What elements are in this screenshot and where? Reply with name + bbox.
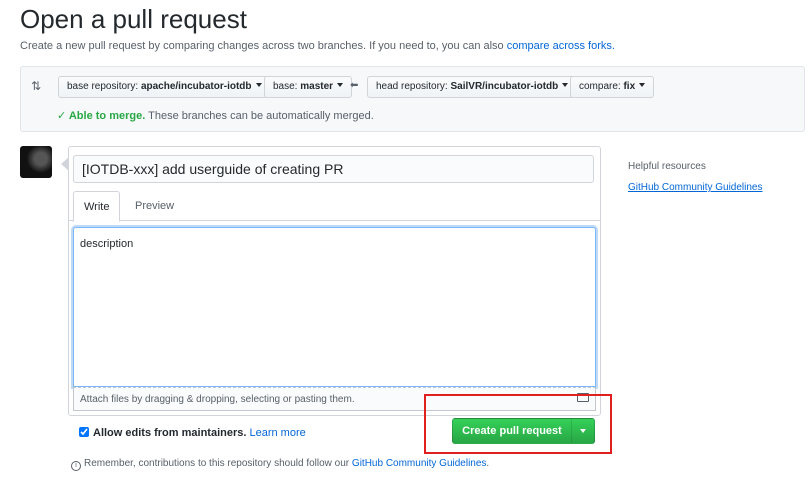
compare-range-box: ⇅ base repository: apache/incubator-iotd… xyxy=(20,66,805,132)
left-arrow-icon: ⬅ xyxy=(350,80,359,91)
compare-across-forks-link[interactable]: compare across forks. xyxy=(507,40,615,52)
head-repository-select[interactable]: head repository: SailVR/incubator-iotdb xyxy=(367,76,578,98)
attach-files-text: Attach files by dragging & dropping, sel… xyxy=(80,394,355,405)
community-guidelines-link[interactable]: GitHub Community Guidelines xyxy=(628,182,763,193)
pull-request-form: Write Preview AA B i ❝ <> ⚭ ☰ ☷ ☑ @ ⚑ ↶ … xyxy=(61,146,601,416)
base-branch-value: master xyxy=(300,81,334,92)
helpful-resources-heading: Helpful resources xyxy=(628,161,706,172)
avatar[interactable] xyxy=(20,146,52,178)
highlight-annotation-box xyxy=(424,394,612,454)
head-repository-value: SailVR/incubator-iotdb xyxy=(450,81,559,92)
chevron-down-icon xyxy=(639,83,646,87)
base-branch-label: base: xyxy=(273,81,301,92)
chevron-down-icon xyxy=(337,83,344,87)
compare-branch-label: compare: xyxy=(579,81,624,92)
head-repository-label: head repository: xyxy=(376,81,451,92)
chevron-down-icon xyxy=(562,83,569,87)
tab-preview[interactable]: Preview xyxy=(125,191,184,221)
subtitle-text: Create a new pull request by comparing c… xyxy=(20,40,504,52)
footer-note-text: Remember, contributions to this reposito… xyxy=(84,458,350,469)
base-branch-select[interactable]: base: master xyxy=(264,76,353,98)
base-repository-select[interactable]: base repository: apache/incubator-iotdb xyxy=(58,76,271,98)
compare-branch-value: fix xyxy=(623,81,636,92)
editor-tab-bar: Write Preview AA B i ❝ <> ⚭ ☰ ☷ ☑ @ ⚑ ↶ xyxy=(69,191,600,254)
footer-note-end: . xyxy=(486,458,490,469)
pr-body-textarea[interactable]: description xyxy=(73,227,596,387)
allow-edits-checkbox[interactable] xyxy=(79,427,89,437)
footer-note: i Remember, contributions to this reposit… xyxy=(71,458,489,471)
compare-branch-select[interactable]: compare: fix xyxy=(570,76,655,98)
info-icon: i xyxy=(71,461,81,471)
base-repository-label: base repository: xyxy=(67,81,141,92)
chevron-down-icon xyxy=(255,83,262,87)
footer-guidelines-link[interactable]: GitHub Community Guidelines xyxy=(352,458,487,469)
page-subtitle: Create a new pull request by comparing c… xyxy=(20,40,615,52)
merge-status-text: These branches can be automatically merg… xyxy=(145,110,374,122)
learn-more-link[interactable]: Learn more xyxy=(249,427,305,439)
merge-status-ok: ✓ Able to merge. xyxy=(57,110,146,122)
compare-arrows-icon: ⇅ xyxy=(31,79,42,93)
allow-edits-label: Allow edits from maintainers. xyxy=(93,427,247,439)
pr-title-input[interactable] xyxy=(73,155,594,183)
allow-edits-option: Allow edits from maintainers. Learn more xyxy=(79,427,306,439)
base-repository-value: apache/incubator-iotdb xyxy=(140,81,252,92)
merge-status: ✓ Able to merge. These branches can be a… xyxy=(57,109,374,122)
page-title: Open a pull request xyxy=(20,4,247,34)
tab-write[interactable]: Write xyxy=(73,191,121,222)
